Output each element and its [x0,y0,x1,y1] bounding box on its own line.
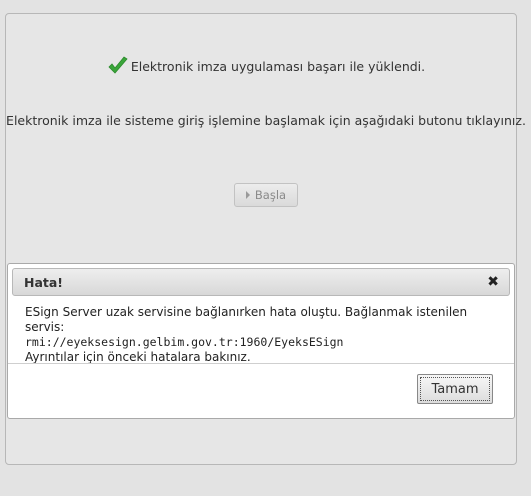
ok-button[interactable]: Tamam [417,374,493,404]
instruction-text: Elektronik imza ile sisteme giriş işlemi… [6,113,526,128]
dialog-title: Hata! [24,275,64,290]
close-icon[interactable]: ✖ [487,274,499,290]
success-message: Elektronik imza uygulaması başarı ile yü… [130,59,426,74]
error-dialog: Hata! ✖ ESign Server uzak servisine bağl… [7,263,515,419]
play-triangle-icon [245,191,250,199]
start-button[interactable]: Başla [234,183,298,207]
dialog-header: Hata! ✖ [12,268,510,296]
message-line-1: ESign Server uzak servisine bağlanırken … [25,305,468,334]
dialog-message: ESign Server uzak servisine bağlanırken … [25,305,505,365]
start-button-label: Başla [254,188,287,202]
success-message-row: Elektronik imza uygulaması başarı ile yü… [6,56,526,76]
checkmark-icon [108,56,128,74]
message-line-2: rmi://eyeksesign.gelbim.gov.tr:1960/Eyek… [25,335,344,349]
dialog-divider [8,363,514,364]
